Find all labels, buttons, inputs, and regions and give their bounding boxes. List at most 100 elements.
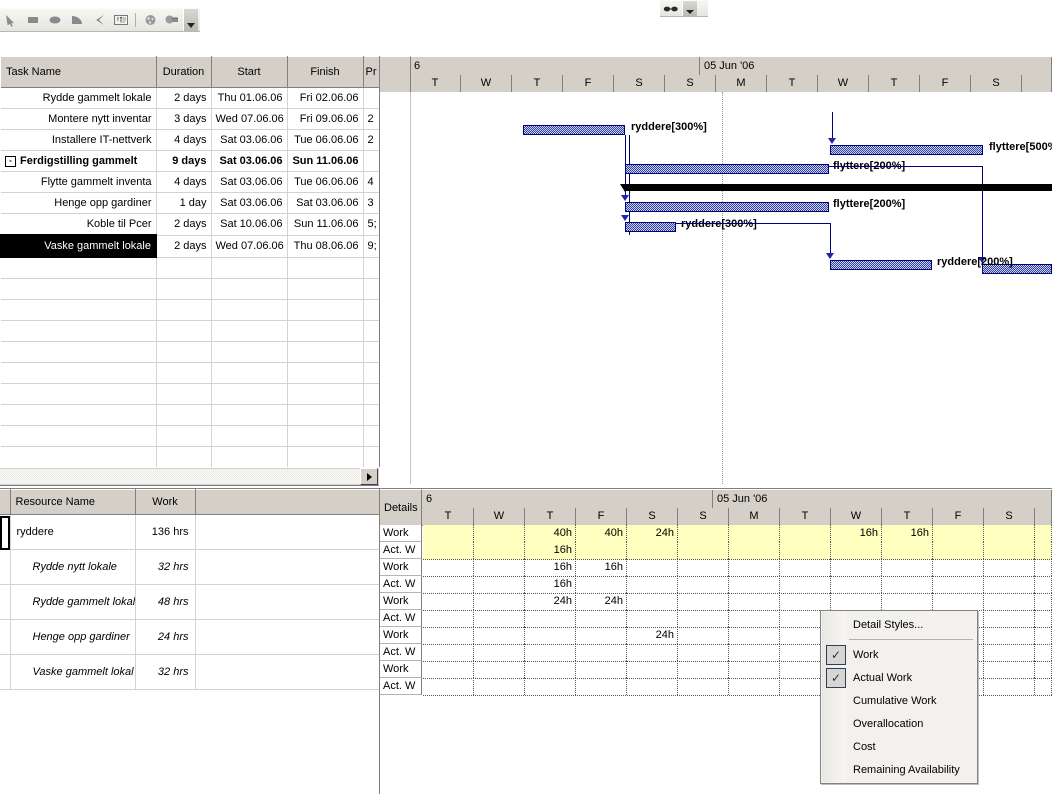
task-name-cell[interactable]: Koble til Pcer <box>1 213 157 236</box>
details-cell[interactable]: 16h <box>831 525 882 542</box>
table-row-empty[interactable] <box>1 299 379 321</box>
column-header-task-name[interactable]: Task Name <box>1 56 157 88</box>
empty-cell[interactable] <box>1 446 157 467</box>
task-finish-cell[interactable]: Tue 06.06.06 <box>287 129 364 151</box>
details-cell[interactable] <box>678 576 729 593</box>
details-cell[interactable] <box>423 627 474 644</box>
column-header-work[interactable]: Work <box>135 489 196 515</box>
table-row[interactable]: Flytte gammelt inventa 4 days Sat 03.06.… <box>1 171 379 193</box>
task-pred-cell[interactable]: 5; <box>363 213 379 236</box>
empty-cell[interactable] <box>211 404 288 426</box>
assignment-work-cell[interactable]: 48 hrs <box>135 584 196 620</box>
task-duration-cell[interactable]: 3 days <box>156 108 212 130</box>
details-cell[interactable] <box>423 559 474 576</box>
table-row-empty[interactable] <box>1 425 379 447</box>
table-row[interactable]: Henge opp gardiner 1 day Sat 03.06.06 Sa… <box>1 192 379 214</box>
task-name-cell[interactable]: Montere nytt inventar <box>1 108 157 130</box>
table-row-empty[interactable] <box>1 341 379 363</box>
details-cell[interactable] <box>423 644 474 661</box>
details-cell[interactable] <box>933 525 984 542</box>
table-row-empty[interactable] <box>1 404 379 426</box>
details-cell[interactable] <box>678 593 729 610</box>
details-cell[interactable] <box>474 576 525 593</box>
table-row-selected[interactable]: Vaske gammelt lokale 2 days Wed 07.06.06… <box>0 234 379 258</box>
empty-cell[interactable] <box>363 341 379 363</box>
task-start-cell[interactable]: Sat 03.06.06 <box>211 150 288 172</box>
details-row-cells[interactable]: 24h 24h <box>423 593 1052 611</box>
details-cell[interactable] <box>474 678 525 695</box>
details-cell[interactable] <box>1035 593 1052 610</box>
details-cell[interactable] <box>984 525 1035 542</box>
details-row-cells[interactable]: 40h 40h 24h 16h 16h <box>423 525 1052 543</box>
details-cell[interactable] <box>729 678 780 695</box>
details-cell[interactable] <box>576 627 627 644</box>
details-cell[interactable] <box>984 644 1035 661</box>
task-pred-cell[interactable] <box>363 150 379 172</box>
empty-cell[interactable] <box>156 299 212 321</box>
task-name-cell-selected[interactable]: Vaske gammelt lokale <box>0 234 157 258</box>
column-header-finish[interactable]: Finish <box>287 56 364 88</box>
details-cell[interactable] <box>627 610 678 627</box>
menu-item-detail-styles[interactable]: Detail Styles... <box>821 613 977 636</box>
details-cell[interactable] <box>474 525 525 542</box>
details-cell[interactable] <box>627 644 678 661</box>
empty-cell[interactable] <box>1 341 157 363</box>
list-item[interactable]: Henge opp gardiner 24 hrs <box>0 619 379 655</box>
table-row-empty[interactable] <box>1 383 379 405</box>
menu-item-work[interactable]: ✓ Work <box>821 643 977 666</box>
empty-cell[interactable] <box>156 278 212 300</box>
details-cell[interactable] <box>933 559 984 576</box>
details-cell[interactable] <box>474 593 525 610</box>
task-start-cell[interactable]: Wed 07.06.06 <box>211 108 288 130</box>
empty-cell[interactable] <box>195 514 379 550</box>
details-cell[interactable] <box>678 559 729 576</box>
details-cell[interactable] <box>474 627 525 644</box>
details-cell[interactable] <box>576 576 627 593</box>
task-finish-cell[interactable]: Sun 11.06.06 <box>287 213 364 236</box>
details-cell[interactable] <box>576 661 627 678</box>
empty-cell[interactable] <box>363 383 379 405</box>
details-cell[interactable] <box>423 593 474 610</box>
task-name-cell[interactable]: Installere IT-nettverk <box>1 129 157 151</box>
assignment-name-cell[interactable]: Henge opp gardiner <box>10 619 136 655</box>
empty-cell[interactable] <box>287 320 364 342</box>
gantt-bar[interactable] <box>523 125 625 135</box>
empty-cell[interactable] <box>211 425 288 447</box>
empty-cell[interactable] <box>1 362 157 384</box>
details-cell[interactable]: 40h <box>525 525 576 542</box>
empty-cell[interactable] <box>156 341 212 363</box>
details-cell[interactable] <box>984 559 1035 576</box>
task-start-cell[interactable]: Wed 07.06.06 <box>211 235 288 258</box>
task-name-cell[interactable]: Henge opp gardiner <box>1 192 157 214</box>
details-cell[interactable] <box>729 610 780 627</box>
gantt-bars-area[interactable]: ryddere[300%] flyttere[500%] flyttere[20… <box>380 92 1052 484</box>
details-cell[interactable] <box>627 678 678 695</box>
empty-cell[interactable] <box>1 383 157 405</box>
task-duration-cell[interactable]: 2 days <box>156 87 212 109</box>
empty-cell[interactable] <box>287 278 364 300</box>
task-duration-cell[interactable]: 4 days <box>156 171 212 193</box>
list-item[interactable]: Rydde nytt lokale 32 hrs <box>0 549 379 585</box>
empty-cell[interactable] <box>1 278 157 300</box>
details-cell[interactable]: 40h <box>576 525 627 542</box>
details-cell[interactable] <box>627 542 678 559</box>
task-duration-cell[interactable]: 1 day <box>156 192 212 214</box>
empty-cell[interactable] <box>211 320 288 342</box>
empty-cell[interactable] <box>363 320 379 342</box>
empty-cell[interactable] <box>287 362 364 384</box>
details-cell[interactable] <box>678 644 729 661</box>
empty-cell[interactable] <box>1 404 157 426</box>
empty-cell[interactable] <box>156 257 212 279</box>
assignment-name-cell[interactable]: Vaske gammelt lokal <box>10 654 136 690</box>
details-cell[interactable] <box>678 525 729 542</box>
details-cell[interactable] <box>780 542 831 559</box>
gantt-bar[interactable] <box>625 222 676 232</box>
details-cell[interactable] <box>576 644 627 661</box>
task-pred-cell[interactable]: 2 <box>363 129 379 151</box>
empty-cell[interactable] <box>156 383 212 405</box>
empty-cell[interactable] <box>1 299 157 321</box>
details-cell[interactable] <box>984 678 1035 695</box>
table-row-empty[interactable] <box>1 362 379 384</box>
assignment-name-cell[interactable]: Rydde nytt lokale <box>10 549 136 585</box>
list-item[interactable]: Rydde gammelt lokal 48 hrs <box>0 584 379 620</box>
